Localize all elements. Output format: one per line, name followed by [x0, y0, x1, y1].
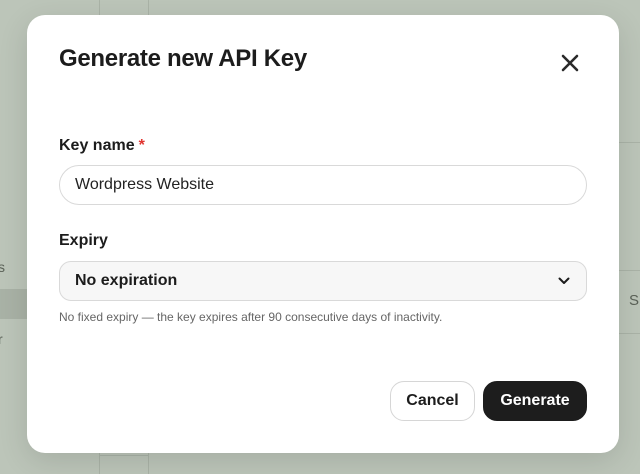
background-row-line — [99, 455, 149, 456]
dialog-title: Generate new API Key — [59, 45, 307, 72]
api-key-dialog: Generate new API Key Key name* Expiry No… — [27, 15, 619, 453]
generate-button[interactable]: Generate — [483, 381, 587, 421]
key-name-label-text: Key name — [59, 137, 135, 154]
expiry-help-text: No fixed expiry — the key expires after … — [59, 310, 443, 324]
expiry-label: Expiry — [59, 232, 108, 249]
key-name-input[interactable] — [59, 165, 587, 205]
expiry-selected-value: No expiration — [75, 272, 178, 289]
expiry-select[interactable]: No expiration — [59, 261, 587, 301]
background-sidebar-item: r — [0, 331, 3, 347]
close-button[interactable] — [557, 50, 583, 76]
close-icon — [561, 54, 579, 72]
key-name-label: Key name * — [59, 137, 145, 155]
chevron-down-icon — [557, 274, 571, 288]
required-indicator: * — [138, 137, 145, 154]
background-cell-text: S — [629, 292, 640, 309]
background-sidebar-item: s — [0, 259, 5, 275]
cancel-button[interactable]: Cancel — [390, 381, 475, 421]
